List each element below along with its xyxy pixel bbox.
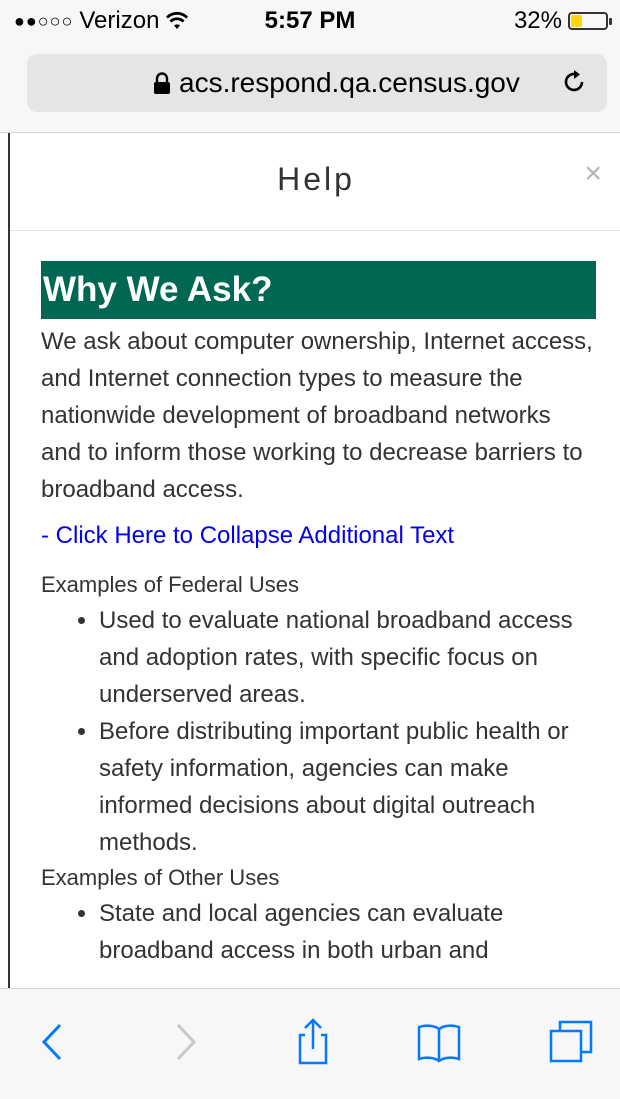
- back-icon[interactable]: [30, 1017, 80, 1067]
- reload-icon[interactable]: [561, 68, 589, 96]
- battery-percent: 32%: [513, 7, 562, 34]
- collapse-text-link[interactable]: - Click Here to Collapse Additional Text: [41, 522, 596, 550]
- browser-address-area: acs.respond.qa.census.gov: [0, 40, 620, 133]
- other-uses-list: State and local agencies can evaluate br…: [41, 895, 596, 969]
- dialog-header: Help ×: [10, 133, 620, 231]
- tabs-icon[interactable]: [546, 1017, 596, 1067]
- dialog-title: Help: [277, 161, 355, 197]
- list-item: State and local agencies can evaluate br…: [99, 895, 596, 969]
- help-dialog: Help × Why We Ask? We ask about computer…: [8, 133, 620, 988]
- list-item: Before distributing important public hea…: [99, 713, 596, 861]
- status-bar: ●●○○○ Verizon 5:57 PM 32%: [0, 0, 620, 40]
- federal-uses-title: Examples of Federal Uses: [41, 572, 299, 597]
- close-icon[interactable]: ×: [584, 157, 602, 191]
- status-right: 32%: [513, 7, 612, 35]
- dialog-body: Why We Ask? We ask about computer owners…: [41, 261, 596, 969]
- forward-icon[interactable]: [158, 1017, 208, 1067]
- bookmarks-icon[interactable]: [414, 1017, 464, 1067]
- other-uses-title: Examples of Other Uses: [41, 865, 280, 890]
- url-text: acs.respond.qa.census.gov: [179, 67, 520, 98]
- federal-uses-list: Used to evaluate national broadband acce…: [41, 602, 596, 861]
- section-heading: Why We Ask?: [41, 261, 596, 319]
- lock-icon: [154, 72, 170, 94]
- list-item: Used to evaluate national broadband acce…: [99, 602, 596, 713]
- address-bar[interactable]: acs.respond.qa.census.gov: [27, 54, 607, 112]
- share-icon[interactable]: [288, 1017, 338, 1067]
- intro-text: We ask about computer ownership, Interne…: [41, 328, 593, 503]
- battery-level: [571, 15, 582, 27]
- battery-icon: [568, 12, 612, 30]
- browser-toolbar: [0, 988, 620, 1099]
